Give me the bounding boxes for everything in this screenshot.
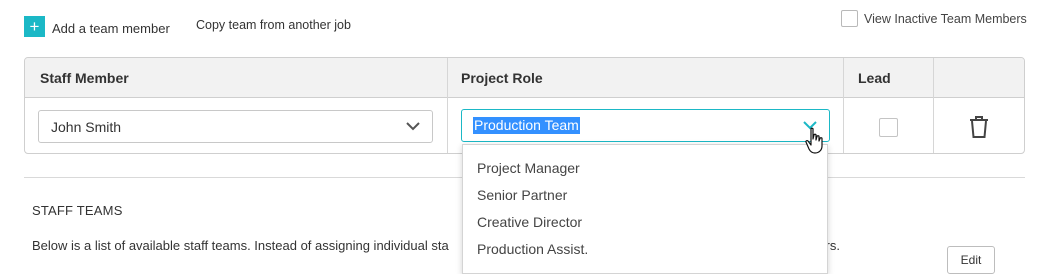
header-staff-member: Staff Member (40, 70, 129, 86)
staff-member-value: John Smith (51, 118, 122, 135)
add-team-member-button[interactable]: + Add a team member (24, 16, 170, 37)
lead-checkbox[interactable] (879, 118, 898, 137)
header-project-role: Project Role (461, 70, 543, 86)
add-team-member-label: Add a team member (52, 21, 170, 36)
chevron-down-icon (406, 122, 420, 131)
trash-icon[interactable] (968, 115, 990, 139)
view-inactive-label: View Inactive Team Members (864, 11, 1027, 26)
table-header: Staff Member Project Role Lead (25, 58, 1024, 98)
column-divider (447, 58, 448, 153)
edit-button[interactable]: Edit (947, 246, 995, 274)
staff-member-select[interactable]: John Smith (38, 110, 433, 143)
project-role-dropdown-menu: Project Manager Senior Partner Creative … (462, 144, 828, 274)
dropdown-option[interactable]: Senior Partner (477, 187, 567, 203)
view-inactive-checkbox[interactable] (841, 10, 858, 27)
view-inactive-toggle[interactable]: View Inactive Team Members (841, 10, 1027, 27)
staff-teams-description-start: Below is a list of available staff teams… (32, 238, 449, 253)
dropdown-option[interactable]: Production Assist. (477, 241, 588, 257)
column-divider (843, 58, 844, 153)
header-lead: Lead (858, 70, 891, 86)
project-role-select[interactable]: Production Team (461, 109, 830, 142)
team-members-table: Staff Member Project Role Lead John Smit… (24, 57, 1025, 154)
hand-pointer-icon (805, 127, 823, 154)
dropdown-option[interactable]: Creative Director (477, 214, 582, 230)
staff-teams-title: STAFF TEAMS (32, 203, 123, 218)
project-role-value: Production Team (473, 117, 580, 134)
column-divider (933, 58, 934, 153)
plus-icon: + (24, 16, 45, 37)
copy-team-link[interactable]: Copy team from another job (196, 18, 351, 32)
dropdown-option[interactable]: Project Manager (477, 160, 580, 176)
